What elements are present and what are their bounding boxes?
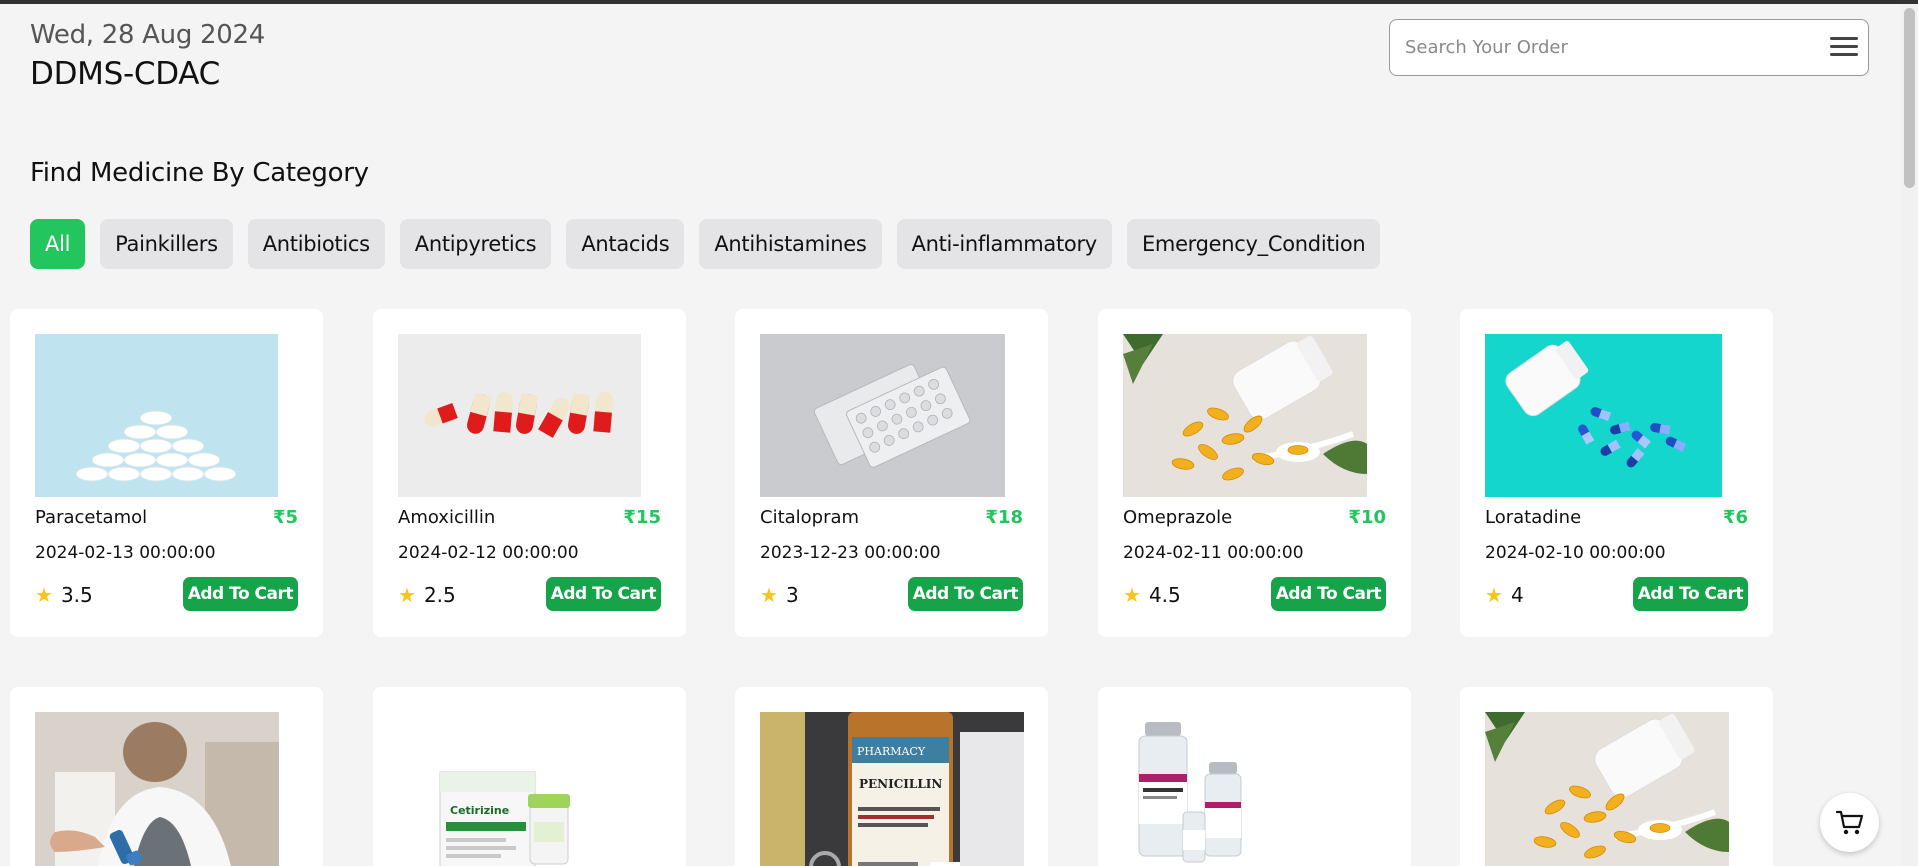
product-image-loratadine xyxy=(1485,334,1722,497)
product-card[interactable] xyxy=(1098,687,1411,866)
category-chip-antihistamines[interactable]: Antihistamines xyxy=(699,219,882,269)
product-card[interactable]: Citalopram ₹18 2023-12-23 00:00:00 ★ 3 A… xyxy=(735,309,1048,637)
product-card[interactable]: PHARMACY PENICILLIN xyxy=(735,687,1048,866)
product-card[interactable]: Paracetamol ₹5 2024-02-13 00:00:00 ★ 3.5… xyxy=(10,309,323,637)
search-box xyxy=(1389,19,1869,76)
product-price: ₹10 xyxy=(1348,507,1386,528)
scrollbar-thumb[interactable] xyxy=(1904,8,1915,188)
star-icon: ★ xyxy=(1485,583,1503,607)
product-date: 2024-02-13 00:00:00 xyxy=(35,543,216,563)
product-image-paracetamol xyxy=(35,334,278,497)
add-to-cart-button[interactable]: Add To Cart xyxy=(545,577,661,611)
svg-text:PENICILLIN: PENICILLIN xyxy=(859,777,942,791)
product-rating: ★ 3.5 xyxy=(35,583,93,607)
product-rating: ★ 4.5 xyxy=(1123,583,1181,607)
category-chip-antipyretics[interactable]: Antipyretics xyxy=(399,219,552,269)
star-icon: ★ xyxy=(1123,583,1141,607)
product-image-amoxicillin xyxy=(398,334,641,497)
rating-value: 3.5 xyxy=(60,583,93,607)
star-icon: ★ xyxy=(35,583,53,607)
product-image-penicillin: PHARMACY PENICILLIN xyxy=(760,712,1024,866)
product-card[interactable] xyxy=(1460,687,1773,866)
rating-value: 4.5 xyxy=(1148,583,1181,607)
brand-title: DDMS-CDAC xyxy=(30,56,220,92)
hamburger-menu-icon[interactable] xyxy=(1830,37,1858,59)
product-card[interactable]: Loratadine ₹6 2024-02-10 00:00:00 ★ 4 Ad… xyxy=(1460,309,1773,637)
product-image-cetirizine: Cetirizine xyxy=(398,712,642,866)
section-title: Find Medicine By Category xyxy=(30,158,369,188)
floating-cart-button[interactable] xyxy=(1820,793,1879,852)
product-date: 2024-02-12 00:00:00 xyxy=(398,543,579,563)
product-name: Amoxicillin xyxy=(398,507,496,528)
product-image-citalopram xyxy=(760,334,1005,497)
svg-text:PHARMACY: PHARMACY xyxy=(857,745,926,758)
category-chip-all[interactable]: All xyxy=(30,219,86,269)
product-card[interactable] xyxy=(10,687,323,866)
category-filter: All Painkillers Antibiotics Antipyretics… xyxy=(30,219,1381,269)
product-image-inhaler xyxy=(35,712,279,866)
cart-icon xyxy=(1835,810,1863,834)
product-name: Paracetamol xyxy=(35,507,148,528)
add-to-cart-button[interactable]: Add To Cart xyxy=(182,577,298,611)
category-chip-antibiotics[interactable]: Antibiotics xyxy=(247,219,385,269)
product-price: ₹5 xyxy=(272,507,298,528)
product-date: 2024-02-11 00:00:00 xyxy=(1123,543,1304,563)
product-rating: ★ 2.5 xyxy=(398,583,456,607)
page-scrollbar[interactable] xyxy=(1901,4,1918,866)
product-name: Loratadine xyxy=(1485,507,1582,528)
add-to-cart-button[interactable]: Add To Cart xyxy=(1270,577,1386,611)
product-price: ₹6 xyxy=(1722,507,1748,528)
product-price: ₹15 xyxy=(623,507,661,528)
rating-value: 3 xyxy=(785,583,799,607)
window-top-border xyxy=(0,0,1918,4)
product-rating: ★ 3 xyxy=(760,583,799,607)
add-to-cart-button[interactable]: Add To Cart xyxy=(907,577,1023,611)
rating-value: 2.5 xyxy=(423,583,456,607)
product-date: 2023-12-23 00:00:00 xyxy=(760,543,941,563)
category-chip-antacids[interactable]: Antacids xyxy=(566,219,685,269)
category-chip-painkillers[interactable]: Painkillers xyxy=(100,219,233,269)
product-card[interactable]: Omeprazole ₹10 2024-02-11 00:00:00 ★ 4.5… xyxy=(1098,309,1411,637)
star-icon: ★ xyxy=(760,583,778,607)
search-input[interactable] xyxy=(1405,20,1805,75)
current-date: Wed, 28 Aug 2024 xyxy=(30,20,265,50)
product-card[interactable]: Amoxicillin ₹15 2024-02-12 00:00:00 ★ 2.… xyxy=(373,309,686,637)
product-name: Omeprazole xyxy=(1123,507,1233,528)
product-image-omeprazole xyxy=(1485,712,1729,866)
product-image-omeprazole xyxy=(1123,334,1367,497)
rating-value: 4 xyxy=(1510,583,1524,607)
product-name: Citalopram xyxy=(760,507,860,528)
svg-text:Cetirizine: Cetirizine xyxy=(450,804,509,817)
add-to-cart-button[interactable]: Add To Cart xyxy=(1632,577,1748,611)
category-chip-emergency-condition[interactable]: Emergency_Condition xyxy=(1126,219,1381,269)
product-price: ₹18 xyxy=(985,507,1023,528)
product-card[interactable]: Cetirizine xyxy=(373,687,686,866)
star-icon: ★ xyxy=(398,583,416,607)
product-image-ranitidine xyxy=(1123,712,1263,866)
product-rating: ★ 4 xyxy=(1485,583,1524,607)
category-chip-anti-inflammatory[interactable]: Anti-inflammatory xyxy=(896,219,1112,269)
product-date: 2024-02-10 00:00:00 xyxy=(1485,543,1666,563)
